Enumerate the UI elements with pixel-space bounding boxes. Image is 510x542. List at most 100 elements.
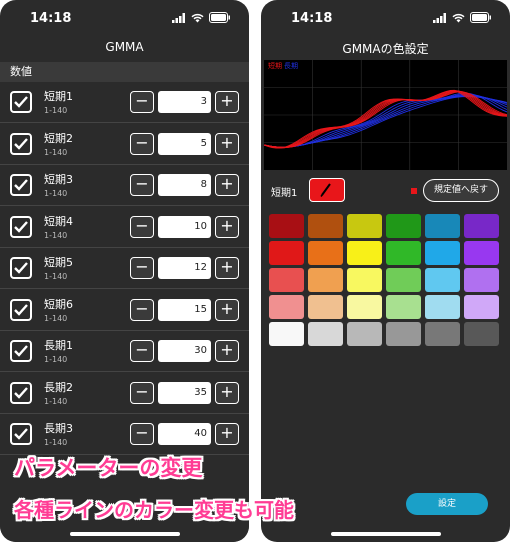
increment-button[interactable]: + xyxy=(215,132,239,155)
palette-color-1-6[interactable] xyxy=(464,214,499,238)
checkmark-icon xyxy=(14,386,28,399)
increment-button[interactable]: + xyxy=(215,381,239,404)
decrement-button[interactable]: − xyxy=(130,257,154,279)
decrement-button[interactable]: − xyxy=(130,298,154,321)
parameter-value-input[interactable]: 8 xyxy=(158,174,211,196)
parameter-value-input[interactable]: 30 xyxy=(158,340,211,362)
palette-color-3-3[interactable] xyxy=(347,268,382,292)
parameter-name: 短期4 xyxy=(44,214,73,228)
parameter-value-input[interactable]: 40 xyxy=(158,423,211,445)
increment-button[interactable]: + xyxy=(215,91,239,113)
palette-color-3-4[interactable] xyxy=(386,268,421,292)
decrement-button[interactable]: − xyxy=(130,423,154,445)
enable-checkbox[interactable] xyxy=(10,257,32,279)
parameter-range: 1-140 xyxy=(44,396,68,406)
palette-color-1-4[interactable] xyxy=(386,214,421,238)
reset-default-button[interactable]: 規定値へ戻す xyxy=(423,179,499,202)
parameter-row: 短期4 1-140 −10 + xyxy=(0,207,249,248)
checkmark-icon xyxy=(14,179,28,191)
parameter-range: 1-140 xyxy=(44,438,68,447)
palette-color-5-6[interactable] xyxy=(464,322,499,346)
page-title: GMMAの色設定 xyxy=(342,42,429,56)
palette-color-4-5[interactable] xyxy=(425,295,460,319)
parameter-value-input[interactable]: 10 xyxy=(158,215,211,238)
parameter-name: 短期3 xyxy=(44,173,73,186)
palette-color-2-3[interactable] xyxy=(347,241,382,265)
palette-color-4-4[interactable] xyxy=(386,295,421,319)
enable-checkbox[interactable] xyxy=(10,174,32,196)
enable-checkbox[interactable] xyxy=(10,215,32,238)
parameter-name: 長期2 xyxy=(44,380,73,394)
palette-color-1-1[interactable] xyxy=(269,214,304,238)
preview-chart-svg: 短期 長期 xyxy=(263,60,508,170)
parameter-row: 短期2 1-140 −5 + xyxy=(0,124,249,165)
enable-checkbox[interactable] xyxy=(10,91,32,113)
caption-parameter-change: パラメーターの変更 xyxy=(14,456,203,480)
palette-color-1-2[interactable] xyxy=(308,214,343,238)
parameter-row: 長期3 1-140 −40 + xyxy=(0,414,249,455)
decrement-button[interactable]: − xyxy=(130,381,154,404)
parameter-value-input[interactable]: 3 xyxy=(158,91,211,113)
increment-button[interactable]: + xyxy=(215,174,239,196)
enable-checkbox[interactable] xyxy=(10,423,32,445)
status-bar: 14:18 xyxy=(0,0,249,38)
pen-icon xyxy=(320,183,331,197)
palette-color-2-1[interactable] xyxy=(269,241,304,265)
palette-color-5-2[interactable] xyxy=(308,322,343,346)
palette-color-2-6[interactable] xyxy=(464,241,499,265)
bottom-bar xyxy=(261,502,510,542)
parameter-range: 1-140 xyxy=(44,313,68,323)
status-time: 14:18 xyxy=(291,11,333,26)
palette-color-4-3[interactable] xyxy=(347,295,382,319)
parameter-row: 短期3 1-140 −8 + xyxy=(0,165,249,206)
parameter-row: 短期6 1-140 −15 + xyxy=(0,290,249,331)
parameter-value-input[interactable]: 5 xyxy=(158,132,211,155)
increment-button[interactable]: + xyxy=(215,215,239,238)
increment-button[interactable]: + xyxy=(215,340,239,362)
decrement-button[interactable]: − xyxy=(130,174,154,196)
enable-checkbox[interactable] xyxy=(10,298,32,321)
checkmark-icon xyxy=(14,96,28,108)
parameter-name: 長期1 xyxy=(44,339,73,352)
palette-color-3-2[interactable] xyxy=(308,268,343,292)
checkmark-icon xyxy=(14,345,28,357)
palette-color-3-5[interactable] xyxy=(425,268,460,292)
home-indicator xyxy=(69,532,180,536)
palette-color-1-3[interactable] xyxy=(347,214,382,238)
palette-color-3-1[interactable] xyxy=(269,268,304,292)
enable-checkbox[interactable] xyxy=(10,340,32,362)
palette-color-2-2[interactable] xyxy=(308,241,343,265)
enable-checkbox[interactable] xyxy=(10,132,32,155)
palette-color-3-6[interactable] xyxy=(464,268,499,292)
palette-color-1-5[interactable] xyxy=(425,214,460,238)
current-color-button[interactable] xyxy=(309,178,345,202)
palette-color-5-1[interactable] xyxy=(269,322,304,346)
caption-color-change: 各種ラインのカラー変更も可能 xyxy=(14,498,294,522)
decrement-button[interactable]: − xyxy=(130,132,154,155)
decrement-button[interactable]: − xyxy=(130,91,154,113)
home-indicator xyxy=(330,532,441,536)
palette-color-2-5[interactable] xyxy=(425,241,460,265)
wifi-icon xyxy=(452,13,465,22)
increment-button[interactable]: + xyxy=(215,298,239,321)
parameter-row: 短期5 1-140 −12 + xyxy=(0,248,249,289)
palette-color-2-4[interactable] xyxy=(386,241,421,265)
palette-color-5-4[interactable] xyxy=(386,322,421,346)
parameter-value-input[interactable]: 15 xyxy=(158,298,211,321)
parameter-range: 1-140 xyxy=(44,355,68,364)
parameter-value-input[interactable]: 35 xyxy=(158,381,211,404)
color-indicator-dot xyxy=(411,188,417,194)
enable-checkbox[interactable] xyxy=(10,381,32,404)
palette-color-4-1[interactable] xyxy=(269,295,304,319)
increment-button[interactable]: + xyxy=(215,423,239,445)
increment-button[interactable]: + xyxy=(215,257,239,279)
palette-color-5-5[interactable] xyxy=(425,322,460,346)
decrement-button[interactable]: − xyxy=(130,340,154,362)
palette-color-4-6[interactable] xyxy=(464,295,499,319)
palette-color-4-2[interactable] xyxy=(308,295,343,319)
parameter-name: 短期1 xyxy=(44,90,73,103)
palette-color-5-3[interactable] xyxy=(347,322,382,346)
parameter-value-input[interactable]: 12 xyxy=(158,257,211,279)
parameter-name: 長期3 xyxy=(44,422,73,435)
decrement-button[interactable]: − xyxy=(130,215,154,238)
